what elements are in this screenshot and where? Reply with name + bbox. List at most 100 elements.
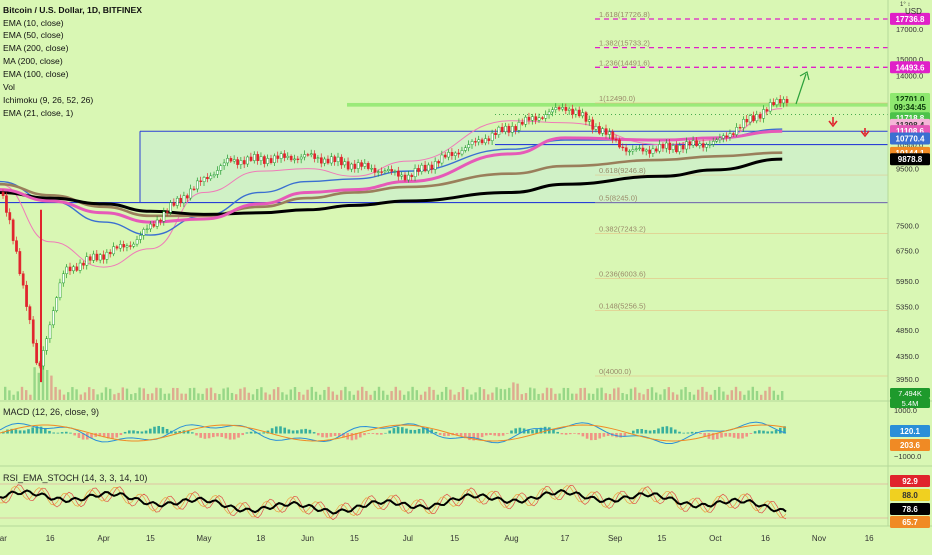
volume-bar — [12, 394, 15, 400]
candle-body — [675, 145, 678, 153]
volume-bar — [146, 393, 150, 400]
macd-histogram-bar — [245, 432, 249, 434]
candle-body — [507, 125, 511, 133]
volume-bar — [344, 386, 347, 400]
candle-body — [427, 164, 430, 172]
volume-bar — [184, 393, 187, 400]
volume-bar — [730, 390, 733, 400]
volume-bar — [71, 387, 74, 400]
macd-histogram-bar — [669, 427, 673, 434]
candle-body — [775, 99, 779, 106]
macd-histogram-bar — [653, 430, 656, 434]
macd-histogram-bar — [203, 433, 207, 439]
legend-vol[interactable]: Vol — [3, 82, 15, 92]
volume-bar — [499, 388, 502, 400]
volume-bar — [306, 389, 309, 400]
macd-histogram-bar — [165, 428, 169, 434]
volume-bar — [621, 392, 624, 400]
currency-label[interactable]: USD — [905, 7, 922, 16]
legend-ema50[interactable]: EMA (50, close) — [3, 30, 64, 40]
volume-bar — [554, 393, 557, 400]
macd-histogram-bar — [413, 429, 417, 434]
volume-bar — [209, 387, 213, 400]
candle-body — [279, 153, 283, 159]
macd-histogram-bar — [753, 431, 757, 434]
volume-bar — [138, 387, 141, 400]
legend-ema21[interactable]: EMA (21, close, 1) — [3, 108, 73, 118]
candle-body — [139, 235, 142, 240]
rsi-badge-text-0: 92.9 — [902, 477, 918, 486]
macd-histogram-bar — [132, 430, 135, 434]
time-tick-16: Nov — [812, 534, 826, 543]
candle-body — [330, 156, 333, 164]
macd-histogram-bar — [409, 429, 412, 434]
legend-ema100[interactable]: EMA (100, close) — [3, 69, 69, 79]
candle-body — [206, 177, 209, 180]
macd-histogram-bar — [27, 429, 30, 434]
candle-body — [28, 306, 32, 321]
legend-ema10[interactable]: EMA (10, close) — [3, 18, 64, 28]
candle-body — [487, 138, 491, 141]
macd-histogram-bar — [111, 433, 114, 439]
volume-bar — [705, 391, 708, 400]
macd-histogram-bar — [758, 430, 761, 434]
volume-bar — [310, 386, 313, 400]
macd-histogram-bar — [333, 433, 337, 436]
candle-body — [299, 156, 303, 160]
macd-histogram-bar — [581, 433, 585, 437]
volume-bar — [230, 392, 234, 400]
candle-body — [601, 128, 605, 134]
macd-histogram-bar — [510, 430, 513, 434]
macd-histogram-bar — [270, 428, 274, 434]
candle-body — [450, 152, 454, 156]
vol-badge-text-0: 7.494K — [898, 389, 922, 398]
volume-bar — [8, 390, 11, 400]
volume-bar — [130, 394, 133, 400]
macd-histogram-bar — [552, 429, 555, 434]
candle-body — [283, 153, 286, 158]
candle-body — [41, 350, 45, 367]
macd-badge-text-0: 203.6 — [900, 441, 921, 450]
volume-bar — [289, 389, 292, 400]
macd-histogram-bar — [405, 428, 408, 434]
volume-bar — [671, 392, 675, 400]
rsi-badge-text-1: 88.0 — [902, 491, 918, 500]
candle-body — [192, 188, 196, 190]
volume-bar — [688, 392, 691, 400]
volume-bar — [20, 386, 24, 400]
candle-body — [105, 251, 109, 260]
legend-ema200[interactable]: EMA (200, close) — [3, 43, 69, 53]
volume-bar — [369, 394, 372, 400]
volume-bar — [419, 394, 423, 400]
macd-histogram-bar — [543, 426, 547, 434]
volume-bar — [558, 393, 561, 400]
candle-body — [443, 154, 447, 158]
legend-ichimoku[interactable]: Ichimoku (9, 26, 52, 26) — [3, 95, 93, 105]
volume-bar — [571, 393, 574, 400]
candle-body — [306, 154, 310, 156]
macd-histogram-bar — [312, 432, 316, 434]
time-tick-1: 16 — [46, 534, 55, 543]
candle-body — [758, 114, 762, 119]
candle-body — [500, 126, 504, 132]
volume-bar — [592, 393, 595, 400]
legend-ma200[interactable]: MA (200, close) — [3, 56, 63, 66]
volume-bar — [537, 393, 540, 400]
volume-bar — [335, 394, 339, 400]
scale-marks[interactable]: 1° ↕ — [900, 2, 910, 8]
volume-bar — [163, 393, 166, 400]
volume-bar — [407, 391, 410, 400]
time-tick-5: 18 — [256, 534, 265, 543]
macd-histogram-bar — [573, 433, 576, 434]
volume-bar — [67, 392, 70, 400]
candle-body — [611, 131, 615, 140]
candle-body — [437, 161, 440, 164]
macd-histogram-bar — [724, 433, 727, 437]
candle-body — [199, 180, 203, 182]
candle-body — [571, 108, 574, 115]
legend-symbol[interactable]: Bitcoin / U.S. Dollar, 1D, BITFINEX — [3, 5, 142, 15]
volume-bar — [197, 393, 200, 400]
price-badge-text-0: 17736.8 — [896, 15, 925, 24]
candle-body — [340, 156, 343, 166]
macd-histogram-bar — [468, 433, 471, 441]
